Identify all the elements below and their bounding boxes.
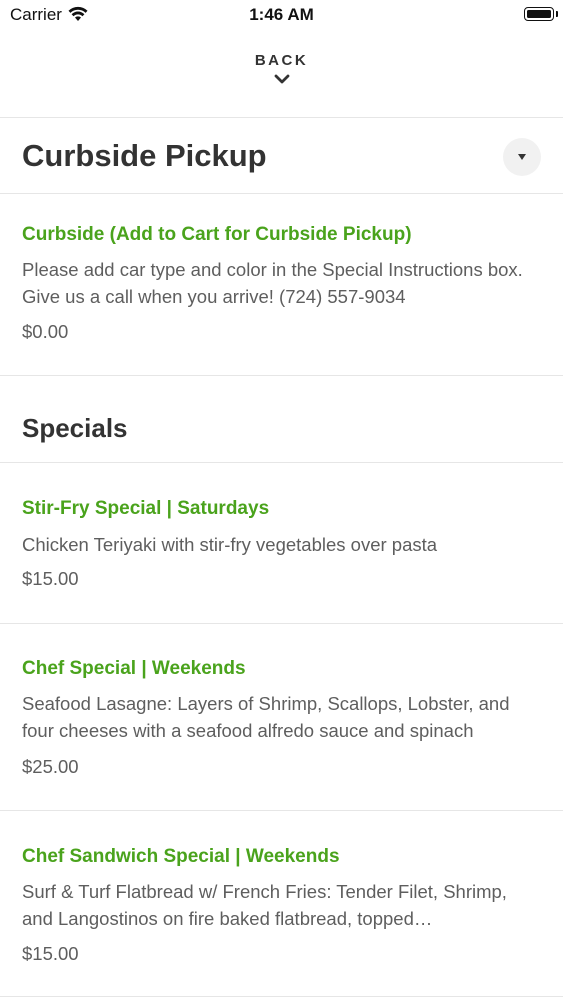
menu-item-price: $25.00: [22, 756, 79, 777]
menu-item-price: $15.00: [22, 568, 79, 589]
menu-item-description: Seafood Lasagne: Layers of Shrimp, Scall…: [22, 693, 510, 741]
menu-item-description: Chicken Teriyaki with stir-fry vegetable…: [22, 534, 438, 555]
divider: [0, 462, 563, 463]
battery-icon: [524, 7, 554, 21]
divider: [0, 996, 563, 997]
menu-item-name[interactable]: Chef Special | Weekends: [22, 658, 246, 680]
caret-down-icon: [518, 154, 526, 160]
section-title-specials: Specials: [22, 413, 128, 443]
back-label[interactable]: BACK: [255, 52, 308, 69]
menu-item-name[interactable]: Chef Sandwich Special | Weekends: [22, 846, 340, 868]
collapse-section-button[interactable]: [503, 138, 541, 176]
battery-nub: [556, 11, 558, 17]
divider: [0, 193, 563, 194]
menu-item-description: Please add car type and color in the Spe…: [22, 259, 523, 307]
menu-item-name[interactable]: Curbside (Add to Cart for Curbside Picku…: [22, 224, 412, 246]
divider: [0, 117, 563, 118]
menu-item-price: $15.00: [22, 943, 79, 964]
menu-item-name[interactable]: Stir-Fry Special | Saturdays: [22, 498, 269, 520]
status-time: 1:46 AM: [249, 5, 314, 24]
menu-item-description: Surf & Turf Flatbread w/ French Fries: T…: [22, 881, 507, 929]
back-button[interactable]: BACK: [0, 52, 563, 84]
menu-item-price: $0.00: [22, 321, 69, 342]
chevron-down-icon[interactable]: [274, 74, 290, 84]
divider: [0, 375, 563, 376]
divider: [0, 623, 563, 624]
status-bar: Carrier 1:46 AM: [0, 0, 563, 30]
divider: [0, 810, 563, 811]
section-title-curbside: Curbside Pickup: [22, 138, 267, 173]
